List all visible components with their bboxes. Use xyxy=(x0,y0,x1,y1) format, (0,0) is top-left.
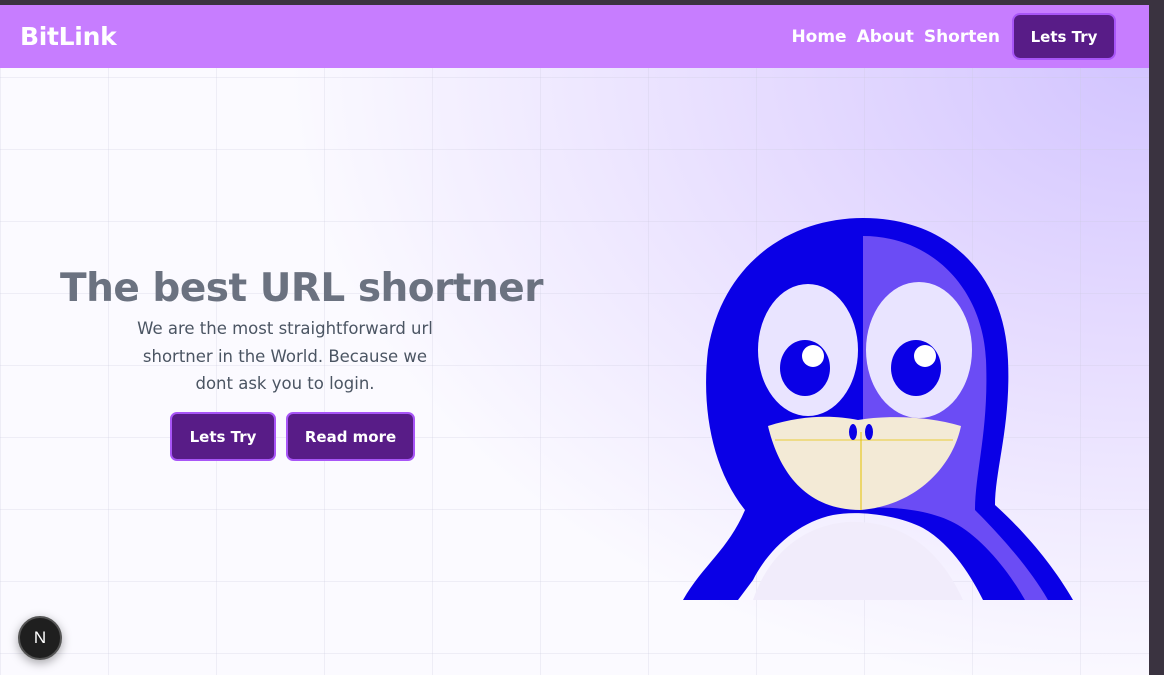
nav-links: Home About Shorten Lets Try xyxy=(791,13,1116,60)
window-right-edge xyxy=(1149,5,1164,675)
hero-title: The best URL shortner xyxy=(60,266,543,311)
read-more-button[interactable]: Read more xyxy=(286,412,415,461)
brand-logo[interactable]: BitLink xyxy=(20,22,117,51)
next-dev-indicator[interactable]: N xyxy=(18,616,62,660)
nav-link-about[interactable]: About xyxy=(857,27,914,47)
hero-section: The best URL shortner We are the most st… xyxy=(60,263,543,398)
navbar: BitLink Home About Shorten Lets Try xyxy=(0,5,1149,68)
hero-subtitle: We are the most straightforward url shor… xyxy=(137,319,433,393)
penguin-mascot-image xyxy=(683,218,1073,600)
nav-lets-try-button[interactable]: Lets Try xyxy=(1012,13,1116,60)
nav-link-home[interactable]: Home xyxy=(791,27,846,47)
nav-link-shorten[interactable]: Shorten xyxy=(924,27,1000,47)
page-viewport: BitLink Home About Shorten Lets Try The … xyxy=(0,5,1149,675)
hero-buttons: Lets Try Read more xyxy=(170,412,415,461)
hero-lets-try-button[interactable]: Lets Try xyxy=(170,412,276,461)
